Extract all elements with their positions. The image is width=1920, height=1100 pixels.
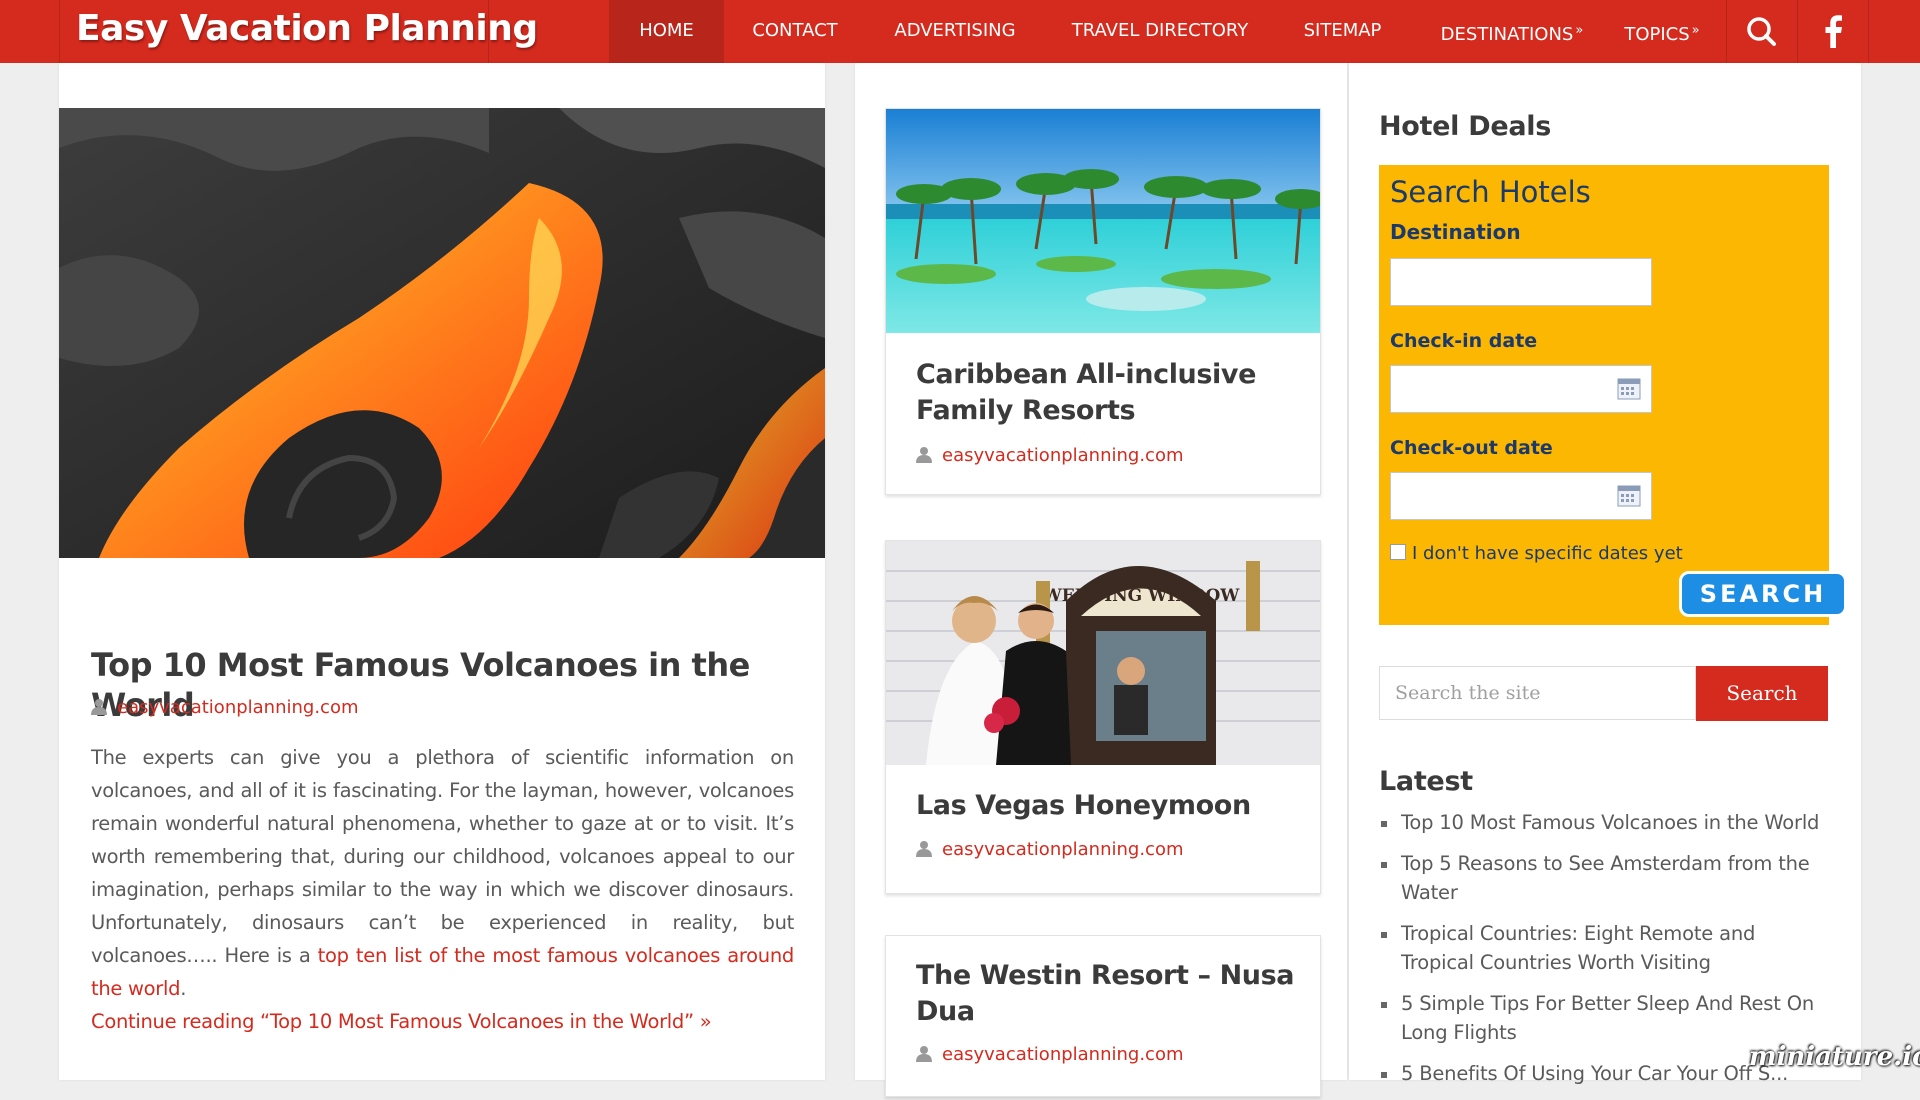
nav-travel-directory-label: TRAVEL DIRECTORY xyxy=(1071,20,1249,41)
checkin-date-input[interactable] xyxy=(1390,365,1652,413)
nav-topics[interactable]: TOPICS» xyxy=(1618,0,1706,63)
card-image[interactable]: WEDDING WINDOW xyxy=(886,541,1320,765)
main-post-author[interactable]: easyvacationplanning.com xyxy=(91,697,359,718)
author-link: easyvacationplanning.com xyxy=(942,839,1184,860)
latest-post-link[interactable]: Tropical Countries: Eight Remote and Tro… xyxy=(1379,919,1829,977)
hotel-deals-heading: Hotel Deals xyxy=(1379,111,1551,142)
hotel-search-button[interactable]: SEARCH xyxy=(1679,571,1847,617)
card-title[interactable]: Las Vegas Honeymoon xyxy=(916,788,1296,824)
latest-post-link[interactable]: Top 5 Reasons to See Amsterdam from the … xyxy=(1379,849,1829,907)
latest-post-link[interactable]: 5 Simple Tips For Better Sleep And Rest … xyxy=(1379,989,1829,1047)
site-search-button[interactable]: Search xyxy=(1696,666,1828,721)
dropdown-indicator-icon: » xyxy=(1691,23,1700,38)
excerpt-text: The experts can give you a plethora of s… xyxy=(91,746,794,967)
user-icon xyxy=(916,841,932,857)
wedding-window-image: WEDDING WINDOW xyxy=(886,541,1320,765)
author-link: easyvacationplanning.com xyxy=(942,1044,1184,1065)
hotel-search-heading: Search Hotels xyxy=(1390,175,1591,209)
card-author[interactable]: easyvacationplanning.com xyxy=(916,839,1184,860)
destination-label: Destination xyxy=(1390,220,1521,244)
calendar-icon[interactable] xyxy=(1617,378,1641,400)
main-post-column: Top 10 Most Famous Volcanoes in the Worl… xyxy=(59,63,825,1080)
checkout-label: Check-out date xyxy=(1390,437,1553,459)
nav-advertising-label: ADVERTISING xyxy=(894,20,1016,41)
site-logo-text[interactable]: Easy Vacation Planning xyxy=(76,8,538,49)
author-link: easyvacationplanning.com xyxy=(117,697,359,718)
nav-sitemap[interactable]: SITEMAP xyxy=(1295,0,1390,63)
header-search-button[interactable] xyxy=(1727,0,1797,63)
checkout-date-input[interactable] xyxy=(1390,472,1652,520)
brand-container: Easy Vacation Planning xyxy=(59,0,538,63)
post-cards-column: Caribbean All-inclusive Family Resorts e… xyxy=(855,63,1347,1097)
nav-topics-label: TOPICS xyxy=(1624,24,1690,45)
card-author[interactable]: easyvacationplanning.com xyxy=(916,1044,1184,1065)
search-icon xyxy=(1747,17,1776,46)
nav-advertising[interactable]: ADVERTISING xyxy=(880,0,1030,63)
facebook-icon xyxy=(1825,15,1842,48)
user-icon xyxy=(916,1046,932,1062)
card-author[interactable]: easyvacationplanning.com xyxy=(916,445,1184,466)
card-image[interactable] xyxy=(886,109,1320,333)
excerpt-period: . xyxy=(180,977,187,1000)
featured-post-image[interactable] xyxy=(59,108,825,558)
facebook-button[interactable] xyxy=(1798,0,1868,63)
nav-travel-directory[interactable]: TRAVEL DIRECTORY xyxy=(1065,0,1255,63)
continue-reading-link[interactable]: Continue reading “Top 10 Most Famous Vol… xyxy=(91,1010,712,1033)
card-title[interactable]: Caribbean All-inclusive Family Resorts xyxy=(916,357,1296,429)
top-navigation-bar: Easy Vacation Planning HOME CONTACT ADVE… xyxy=(0,0,1920,63)
latest-post-link[interactable]: Top 10 Most Famous Volcanoes in the Worl… xyxy=(1379,808,1829,837)
dropdown-indicator-icon: » xyxy=(1575,23,1584,38)
post-card[interactable]: Caribbean All-inclusive Family Resorts e… xyxy=(885,108,1321,495)
nav-home-label: HOME xyxy=(639,20,694,41)
destination-input[interactable] xyxy=(1390,258,1652,306)
sidebar: Hotel Deals Search Hotels Destination Ch… xyxy=(1349,63,1861,1085)
nav-destinations-label: DESTINATIONS xyxy=(1440,24,1574,45)
main-post-excerpt: The experts can give you a plethora of s… xyxy=(91,741,794,1038)
watermark: miniature.io xyxy=(1749,1042,1920,1072)
volcano-lava-image xyxy=(59,108,825,558)
wedding-window-sign: WEDDING WINDOW xyxy=(1042,586,1241,606)
author-link: easyvacationplanning.com xyxy=(942,445,1184,466)
nav-contact-label: CONTACT xyxy=(752,20,838,41)
nav-destinations[interactable]: DESTINATIONS» xyxy=(1432,0,1592,63)
card-title[interactable]: The Westin Resort – Nusa Dua xyxy=(916,958,1296,1030)
site-search-input[interactable]: Search the site xyxy=(1379,666,1696,720)
hotel-search-widget: Search Hotels Destination Check-in date … xyxy=(1379,165,1847,625)
user-icon xyxy=(916,447,932,463)
calendar-icon[interactable] xyxy=(1617,485,1641,507)
no-dates-label: I don't have specific dates yet xyxy=(1412,543,1683,564)
no-dates-checkbox[interactable] xyxy=(1390,544,1406,560)
user-icon xyxy=(91,699,107,715)
resort-pool-image xyxy=(886,109,1320,333)
nav-home[interactable]: HOME xyxy=(609,0,724,63)
nav-sitemap-label: SITEMAP xyxy=(1303,20,1382,41)
no-dates-option[interactable]: I don't have specific dates yet xyxy=(1390,543,1683,564)
post-card[interactable]: The Westin Resort – Nusa Dua easyvacatio… xyxy=(885,935,1321,1097)
nav-divider xyxy=(1868,0,1869,63)
nav-contact[interactable]: CONTACT xyxy=(740,0,850,63)
checkin-label: Check-in date xyxy=(1390,330,1538,352)
post-card[interactable]: WEDDING WINDOW Las Vegas Honeymoon easyv xyxy=(885,540,1321,894)
latest-heading: Latest xyxy=(1379,766,1473,797)
